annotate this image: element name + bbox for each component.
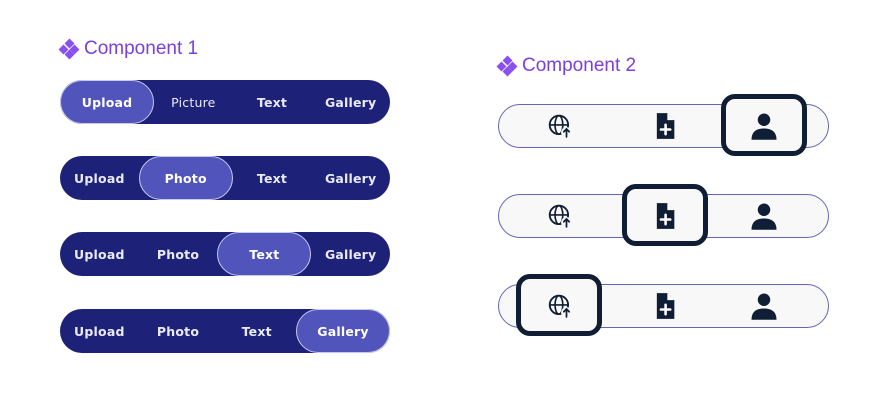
file-plus-icon[interactable]	[650, 291, 680, 321]
component-1-title: Component 1	[58, 38, 199, 60]
user-icon[interactable]	[749, 291, 779, 321]
option-photo[interactable]: Photo	[139, 309, 218, 353]
file-plus-icon[interactable]	[650, 111, 680, 141]
option-text[interactable]: Text	[217, 309, 296, 353]
option-upload[interactable]: Upload	[60, 156, 139, 200]
option-upload[interactable]: Upload	[60, 232, 139, 276]
option-photo[interactable]: Photo	[138, 156, 233, 200]
option-text[interactable]: Text	[233, 80, 312, 124]
option-picture[interactable]: Picture	[154, 80, 233, 124]
option-text[interactable]: Text	[217, 232, 312, 276]
globe-upload-icon[interactable]	[545, 291, 575, 321]
option-photo[interactable]: Photo	[139, 232, 218, 276]
option-upload[interactable]: Upload	[60, 309, 139, 353]
option-gallery[interactable]: Gallery	[311, 232, 390, 276]
segmented-control-row-2: Upload Photo Text Gallery	[60, 156, 390, 200]
diamond-icon	[58, 38, 80, 60]
option-gallery[interactable]: Gallery	[311, 156, 390, 200]
component-2-title: Component 2	[496, 55, 637, 77]
option-upload[interactable]: Upload	[60, 80, 154, 124]
option-gallery[interactable]: Gallery	[311, 80, 390, 124]
option-gallery[interactable]: Gallery	[296, 309, 391, 353]
diamond-icon	[496, 55, 518, 77]
segmented-control-row-1: Upload Picture Text Gallery	[60, 80, 390, 124]
user-icon[interactable]	[749, 111, 779, 141]
globe-upload-icon[interactable]	[545, 201, 575, 231]
globe-upload-icon[interactable]	[545, 111, 575, 141]
component-2-title-text: Component 2	[522, 55, 637, 76]
user-icon[interactable]	[749, 201, 779, 231]
segmented-control-row-3: Upload Photo Text Gallery	[60, 232, 390, 276]
segmented-control-row-4: Upload Photo Text Gallery	[60, 309, 391, 353]
option-text[interactable]: Text	[233, 156, 312, 200]
component-1-title-text: Component 1	[84, 38, 199, 59]
file-plus-icon[interactable]	[650, 201, 680, 231]
